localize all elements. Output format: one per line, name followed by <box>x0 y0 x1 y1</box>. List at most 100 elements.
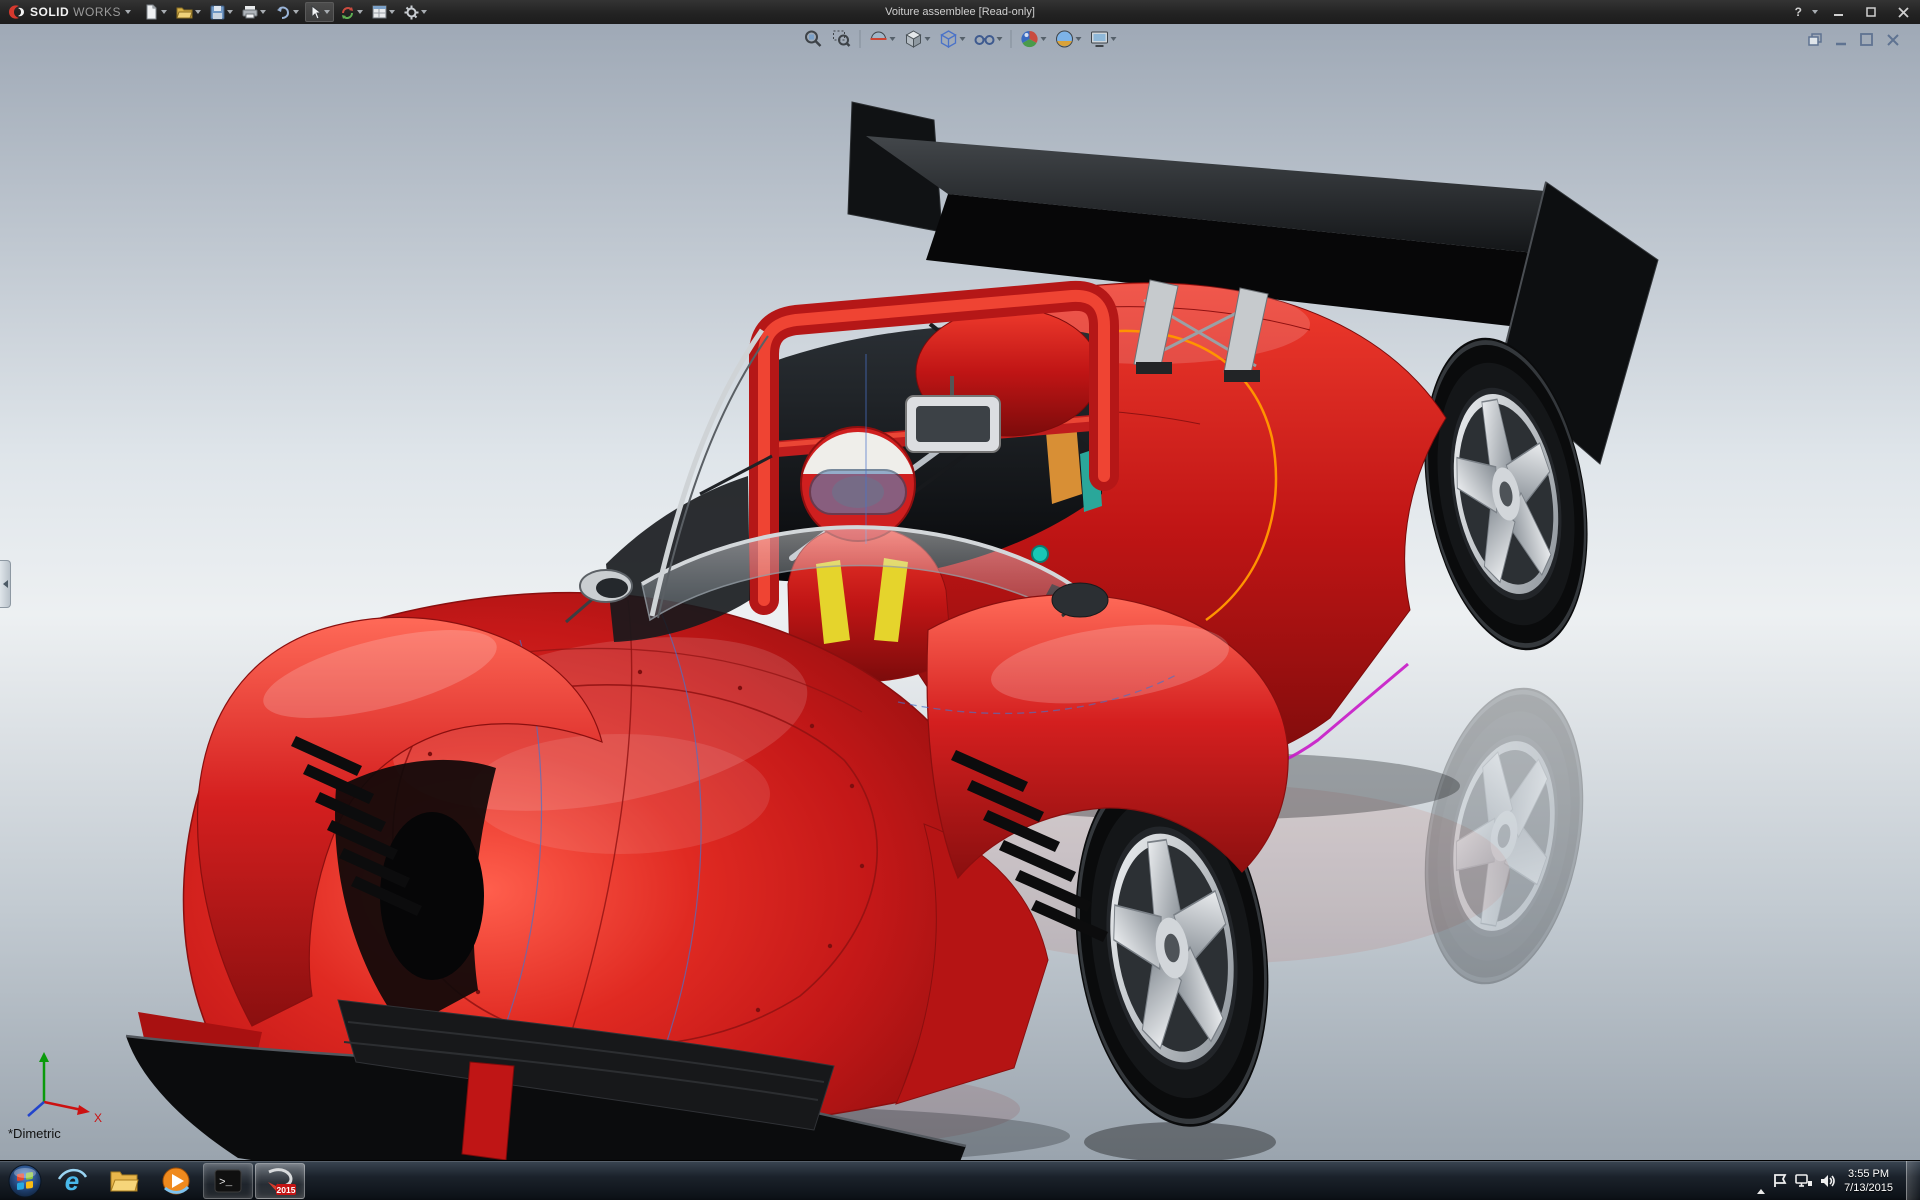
triad-x-label: X <box>94 1111 102 1125</box>
teal-marker <box>1032 546 1048 562</box>
file-properties-icon <box>372 5 387 19</box>
minimize-button[interactable] <box>1828 3 1850 21</box>
minimize-icon <box>1834 7 1844 17</box>
view-orientation-button[interactable] <box>901 27 934 51</box>
doc-restore-button[interactable] <box>1806 32 1824 48</box>
new-document-icon <box>144 4 159 20</box>
media-player-icon <box>161 1166 191 1196</box>
internet-explorer-icon: e <box>57 1166 87 1196</box>
doc-minimize-button[interactable] <box>1832 32 1850 48</box>
model-viewport[interactable] <box>0 24 1920 1160</box>
save-icon <box>210 5 225 20</box>
solidworks-badge: 2015 <box>277 1185 296 1195</box>
restore-button[interactable] <box>1860 3 1882 21</box>
help-button[interactable]: ? <box>1795 5 1802 19</box>
doc-minimize-icon <box>1835 33 1848 47</box>
app-brand: SOLID WORKS <box>6 4 131 20</box>
edit-appearance-icon <box>1020 29 1040 49</box>
brand-works: WORKS <box>73 5 121 19</box>
section-view-button[interactable] <box>866 27 899 51</box>
clock-time: 3:55 PM <box>1844 1167 1893 1181</box>
toolbar-separator <box>1011 30 1012 48</box>
options-gear-icon <box>404 5 419 20</box>
open-folder-icon <box>176 5 193 19</box>
print-icon <box>242 5 258 19</box>
action-center-icon[interactable] <box>1772 1173 1788 1189</box>
display-style-button[interactable] <box>936 27 969 51</box>
taskbar-windows-explorer[interactable] <box>99 1163 149 1199</box>
undo-icon <box>275 5 291 19</box>
show-hidden-icons-button[interactable] <box>1757 1172 1765 1190</box>
taskbar-internet-explorer[interactable]: e <box>47 1163 97 1199</box>
graphics-area[interactable]: X *Dimetric <box>0 24 1920 1160</box>
tow-pillar <box>462 1062 514 1160</box>
titlebar-controls: ? <box>1795 3 1914 21</box>
section-view-icon <box>869 29 889 49</box>
close-icon <box>1898 7 1909 18</box>
select-button[interactable] <box>305 2 334 22</box>
helmet-visor <box>810 470 906 514</box>
save-button[interactable] <box>207 2 236 22</box>
network-icon[interactable] <box>1795 1173 1813 1189</box>
show-desktop-button[interactable] <box>1906 1161 1920 1200</box>
zoom-to-area-button[interactable] <box>829 27 855 51</box>
rebuild-icon <box>340 5 355 20</box>
svg-text:>_: >_ <box>219 1177 233 1189</box>
doc-maximize-icon <box>1860 33 1874 47</box>
doc-restore-icon <box>1808 33 1823 47</box>
document-window-controls <box>1806 32 1902 48</box>
main-toolbar <box>141 2 430 22</box>
edit-appearance-button[interactable] <box>1017 27 1050 51</box>
select-cursor-icon <box>309 5 322 20</box>
rebuild-button[interactable] <box>337 2 366 22</box>
hide-show-items-icon <box>974 29 996 49</box>
orientation-triad: X <box>10 1044 106 1132</box>
taskbar-clock[interactable]: 3:55 PM 7/13/2015 <box>1844 1167 1893 1195</box>
taskbar: e >_ <box>0 1160 1920 1200</box>
zoom-to-fit-icon <box>804 29 824 49</box>
options-button[interactable] <box>401 2 430 22</box>
apply-scene-icon <box>1055 29 1075 49</box>
print-button[interactable] <box>239 2 269 22</box>
open-button[interactable] <box>173 2 204 22</box>
hide-show-items-button[interactable] <box>971 27 1006 51</box>
clock-date: 7/13/2015 <box>1844 1181 1893 1195</box>
close-button[interactable] <box>1892 3 1914 21</box>
taskbar-command-prompt[interactable]: >_ <box>203 1163 253 1199</box>
desktop: SOLID WORKS <box>0 0 1920 1200</box>
windows-start-icon <box>8 1164 42 1198</box>
zoom-to-fit-button[interactable] <box>801 27 827 51</box>
solidworks-app-icon: 2015 <box>264 1166 296 1196</box>
file-properties-button[interactable] <box>369 2 398 22</box>
show-hidden-icons-icon <box>1757 1172 1765 1194</box>
brand-solid: SOLID <box>30 5 69 19</box>
solidworks-logo-icon <box>6 4 26 20</box>
start-button[interactable] <box>4 1161 46 1200</box>
volume-icon[interactable] <box>1820 1173 1837 1189</box>
folder-icon <box>109 1168 139 1194</box>
display-style-icon <box>939 29 959 49</box>
doc-close-button[interactable] <box>1884 32 1902 48</box>
help-caret-icon[interactable] <box>1812 10 1818 14</box>
expand-panel-icon <box>3 580 8 588</box>
restore-icon <box>1866 7 1877 18</box>
new-document-button[interactable] <box>141 2 170 22</box>
undo-button[interactable] <box>272 2 302 22</box>
view-settings-button[interactable] <box>1087 27 1120 51</box>
view-settings-icon <box>1090 29 1110 49</box>
command-prompt-icon: >_ <box>213 1168 243 1194</box>
feature-manager-collapsed-tab[interactable] <box>0 560 11 608</box>
taskbar-media-player[interactable] <box>151 1163 201 1199</box>
doc-maximize-button[interactable] <box>1858 32 1876 48</box>
taskbar-solidworks[interactable]: 2015 <box>255 1163 305 1199</box>
zoom-to-area-icon <box>832 29 852 49</box>
doc-close-icon <box>1887 34 1900 47</box>
apply-scene-button[interactable] <box>1052 27 1085 51</box>
view-orientation-label: *Dimetric <box>8 1126 61 1141</box>
view-orientation-icon <box>904 29 924 49</box>
right-mirror <box>1052 583 1108 617</box>
brand-caret-icon[interactable] <box>125 10 131 14</box>
toolbar-separator <box>860 30 861 48</box>
titlebar: SOLID WORKS <box>0 0 1920 24</box>
headsup-view-toolbar <box>801 27 1120 51</box>
